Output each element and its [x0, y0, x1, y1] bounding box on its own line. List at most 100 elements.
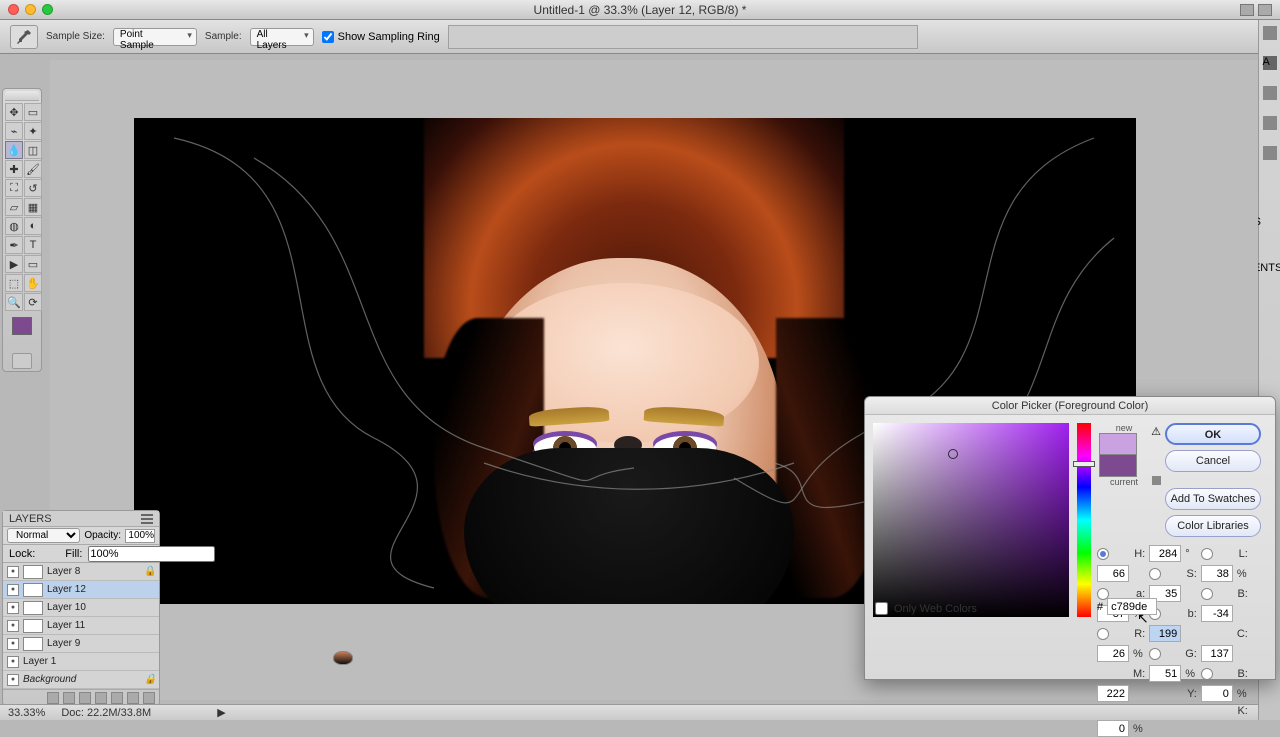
pen-tool[interactable]: ✒ — [5, 236, 23, 254]
hue-slider[interactable] — [1077, 423, 1091, 617]
fill-input[interactable] — [88, 546, 215, 562]
color-field[interactable] — [873, 423, 1069, 617]
marquee-tool[interactable]: ▭ — [24, 103, 42, 121]
add-to-swatches-button[interactable]: Add To Swatches — [1165, 488, 1261, 510]
show-sampling-ring-input[interactable] — [322, 31, 334, 43]
rotate-view-tool[interactable]: ⟳ — [24, 293, 42, 311]
yellow-input[interactable] — [1201, 685, 1233, 702]
gamut-warning-icon[interactable]: ⚠ — [1151, 425, 1161, 438]
hue-input[interactable] — [1149, 545, 1181, 562]
path-select-tool[interactable]: ▶ — [5, 255, 23, 273]
close-window-icon[interactable] — [8, 4, 19, 15]
window-icon[interactable] — [1240, 4, 1254, 16]
lab-l-input[interactable] — [1097, 565, 1129, 582]
sample-select[interactable]: All Layers — [250, 28, 314, 46]
move-tool[interactable]: ✥ — [5, 103, 23, 121]
lab-l-radio[interactable] — [1201, 548, 1213, 560]
cancel-button[interactable]: Cancel — [1165, 450, 1261, 472]
clone-stamp-tool[interactable]: ⛶ — [5, 179, 23, 197]
brush-tool[interactable]: 🖌 — [24, 160, 42, 178]
layers-panel-tab[interactable]: LAYERS — [3, 511, 159, 527]
paragraph-panel-icon[interactable] — [1263, 86, 1277, 100]
shape-tool[interactable]: ▭ — [24, 255, 42, 273]
dodge-tool[interactable]: ◐ — [24, 217, 42, 235]
web-safe-warning-icon[interactable] — [1152, 476, 1161, 485]
adjustment-layer-icon[interactable] — [95, 692, 107, 704]
status-menu-arrow-icon[interactable]: ▶ — [217, 706, 225, 719]
red-radio[interactable] — [1097, 628, 1109, 640]
hand-tool[interactable]: ✋ — [24, 274, 42, 292]
visibility-toggle-icon[interactable] — [7, 584, 19, 596]
current-color-swatch[interactable] — [1099, 455, 1137, 477]
link-layers-icon[interactable] — [47, 692, 59, 704]
saturation-input[interactable] — [1201, 565, 1233, 582]
eraser-tool[interactable]: ▱ — [5, 198, 23, 216]
quick-mask-button[interactable] — [12, 353, 32, 369]
color-libraries-button[interactable]: Color Libraries — [1165, 515, 1261, 537]
lab-b-input[interactable] — [1201, 605, 1233, 622]
only-web-colors-input[interactable] — [875, 602, 888, 615]
blend-mode-select[interactable]: Normal — [7, 528, 80, 543]
visibility-toggle-icon[interactable] — [7, 674, 19, 686]
foreground-color-swatch[interactable] — [5, 317, 39, 335]
layer-row[interactable]: Layer 10 — [3, 599, 159, 617]
saturation-radio[interactable] — [1149, 568, 1161, 580]
visibility-toggle-icon[interactable] — [7, 566, 19, 578]
panel-icon[interactable] — [1263, 26, 1277, 40]
layer-row[interactable]: Layer 11 — [3, 617, 159, 635]
only-web-colors-checkbox[interactable]: Only Web Colors — [875, 602, 977, 615]
layer-row[interactable]: Layer 12 — [3, 581, 159, 599]
color-field-marker[interactable] — [948, 449, 958, 459]
sample-size-select[interactable]: Point Sample — [113, 28, 197, 46]
layer-effects-icon[interactable] — [63, 692, 75, 704]
zoom-tool[interactable]: 🔍 — [5, 293, 23, 311]
3d-tool[interactable]: ⬚ — [5, 274, 23, 292]
history-brush-tool[interactable]: ↺ — [24, 179, 42, 197]
black-input[interactable] — [1097, 720, 1129, 737]
brightness-radio[interactable] — [1201, 588, 1213, 600]
layer-group-icon[interactable] — [111, 692, 123, 704]
hue-slider-handle[interactable] — [1073, 461, 1095, 467]
doc-size[interactable]: Doc: 22.2M/33.8M — [61, 707, 151, 719]
lasso-tool[interactable]: ⌁ — [5, 122, 23, 140]
type-tool[interactable]: T — [24, 236, 42, 254]
layer-row[interactable]: Background🔒 — [3, 671, 159, 689]
gradient-tool[interactable]: ▦ — [24, 198, 42, 216]
red-input[interactable] — [1149, 625, 1181, 642]
visibility-toggle-icon[interactable] — [7, 620, 19, 632]
magenta-input[interactable] — [1149, 665, 1181, 682]
cyan-input[interactable] — [1097, 645, 1129, 662]
panel-icon[interactable] — [1263, 146, 1277, 160]
visibility-toggle-icon[interactable] — [7, 602, 19, 614]
show-sampling-ring-checkbox[interactable]: Show Sampling Ring — [322, 31, 440, 43]
green-radio[interactable] — [1149, 648, 1161, 660]
tools-panel-grip[interactable] — [5, 91, 39, 101]
layer-mask-icon[interactable] — [79, 692, 91, 704]
layers-panel-menu-icon[interactable] — [141, 514, 153, 524]
minimize-window-icon[interactable] — [25, 4, 36, 15]
blur-tool[interactable]: ◍ — [5, 217, 23, 235]
opacity-input[interactable] — [125, 529, 155, 543]
layer-row[interactable]: Layer 8🔒 — [3, 563, 159, 581]
delete-layer-icon[interactable] — [143, 692, 155, 704]
ok-button[interactable]: OK — [1165, 423, 1261, 445]
hue-radio[interactable] — [1097, 548, 1109, 560]
visibility-toggle-icon[interactable] — [7, 638, 19, 650]
layer-row[interactable]: Layer 1 — [3, 653, 159, 671]
visibility-toggle-icon[interactable] — [7, 656, 19, 668]
blue-radio[interactable] — [1201, 668, 1213, 680]
eyedropper-tool[interactable]: 💧 — [5, 141, 23, 159]
zoom-window-icon[interactable] — [42, 4, 53, 15]
zoom-level[interactable]: 33.33% — [8, 707, 45, 719]
quick-select-tool[interactable]: ✦ — [24, 122, 42, 140]
crop-tool[interactable]: ◫ — [24, 141, 42, 159]
window-icon[interactable] — [1258, 4, 1272, 16]
blue-input[interactable] — [1097, 685, 1129, 702]
eyedropper-tool-icon[interactable] — [10, 25, 38, 49]
character-panel-icon[interactable]: A — [1263, 56, 1277, 70]
panel-icon[interactable] — [1263, 116, 1277, 130]
green-input[interactable] — [1201, 645, 1233, 662]
new-layer-icon[interactable] — [127, 692, 139, 704]
hex-input[interactable] — [1107, 598, 1157, 615]
layer-row[interactable]: Layer 9 — [3, 635, 159, 653]
